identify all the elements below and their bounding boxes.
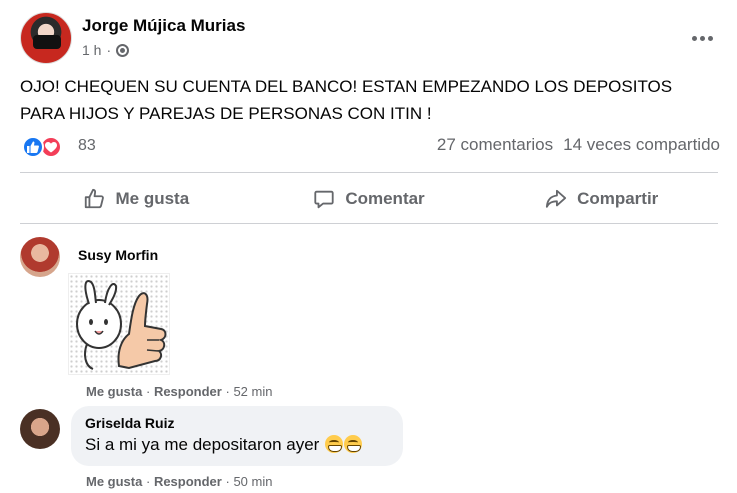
comment-bubble: Griselda Ruiz Si a mi ya me depositaron … bbox=[71, 406, 403, 466]
comment-sticker[interactable] bbox=[68, 273, 170, 375]
comment-label: Comentar bbox=[345, 189, 425, 208]
comment-author[interactable]: Griselda Ruiz bbox=[85, 415, 389, 431]
author-avatar[interactable] bbox=[20, 12, 72, 64]
comments-count[interactable]: 27 comentarios bbox=[437, 135, 553, 155]
comment-text: Si a mi ya me depositaron ayer bbox=[85, 435, 389, 455]
more-options-button[interactable] bbox=[684, 20, 720, 56]
comment-reply-link[interactable]: Responder bbox=[154, 474, 222, 489]
more-options-icon bbox=[691, 35, 697, 41]
share-button[interactable]: Compartir bbox=[485, 177, 718, 221]
author-name[interactable]: Jorge Mújica Murias bbox=[82, 16, 245, 36]
post-text-line: OJO! CHEQUEN SU CUENTA DEL BANCO! ESTAN … bbox=[20, 77, 673, 96]
footer-separator: · bbox=[145, 474, 151, 489]
comment-author[interactable]: Susy Morfin bbox=[78, 247, 158, 263]
globe-icon[interactable] bbox=[116, 43, 130, 57]
bunny-thumbs-up-sticker bbox=[76, 280, 167, 370]
reaction-icons[interactable] bbox=[22, 135, 70, 159]
comment-time[interactable]: 50 min bbox=[233, 474, 272, 489]
thumbs-up-icon bbox=[85, 188, 105, 209]
like-label: Me gusta bbox=[115, 189, 190, 208]
share-icon bbox=[545, 189, 567, 208]
footer-separator: · bbox=[225, 384, 230, 399]
post-actions: Me gusta Comentar Compartir bbox=[20, 177, 718, 221]
footer-separator: · bbox=[145, 384, 151, 399]
comment-button[interactable]: Comentar bbox=[253, 177, 486, 221]
comment-item bbox=[20, 409, 60, 449]
divider bbox=[20, 172, 718, 173]
divider bbox=[20, 223, 718, 224]
comment-time[interactable]: 52 min bbox=[233, 384, 272, 399]
shares-count[interactable]: 14 veces compartido bbox=[563, 135, 720, 155]
meta-separator: · bbox=[106, 42, 112, 58]
comment-like-link[interactable]: Me gusta bbox=[86, 474, 142, 489]
comment-avatar[interactable] bbox=[20, 409, 60, 449]
comment-like-link[interactable]: Me gusta bbox=[86, 384, 142, 399]
footer-separator: · bbox=[225, 474, 230, 489]
post-header: Jorge Mújica Murias 1 h · bbox=[20, 12, 720, 64]
post-meta: 1 h · bbox=[82, 42, 130, 58]
comment-icon bbox=[314, 190, 334, 209]
like-reaction-icon bbox=[22, 136, 44, 158]
comment-footer: Me gusta · Responder · 52 min bbox=[86, 384, 272, 399]
reactions-bar: 83 27 comentarios 14 veces compartido bbox=[20, 135, 720, 159]
comment-text-content: Si a mi ya me depositaron ayer bbox=[85, 435, 320, 454]
comment-reply-link[interactable]: Responder bbox=[154, 384, 222, 399]
post-text: OJO! CHEQUEN SU CUENTA DEL BANCO! ESTAN … bbox=[20, 73, 710, 127]
comment-avatar[interactable] bbox=[20, 237, 60, 277]
post-time[interactable]: 1 h bbox=[82, 42, 101, 58]
share-label: Compartir bbox=[577, 189, 659, 208]
post-stats: 27 comentarios 14 veces compartido bbox=[437, 135, 720, 155]
grinning-emoji-icon bbox=[325, 435, 344, 453]
like-button[interactable]: Me gusta bbox=[20, 177, 253, 221]
comment-footer: Me gusta · Responder · 50 min bbox=[86, 474, 272, 489]
reaction-count[interactable]: 83 bbox=[78, 137, 96, 155]
grinning-emoji-icon bbox=[344, 435, 363, 453]
post-text-line: PARA HIJOS Y PAREJAS DE PERSONAS CON ITI… bbox=[20, 104, 432, 123]
